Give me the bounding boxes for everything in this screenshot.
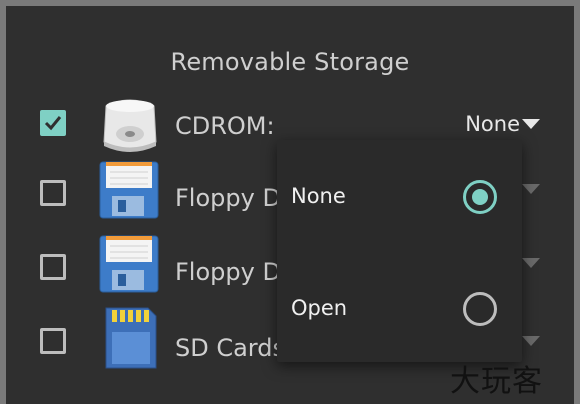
checkmark-icon — [44, 116, 62, 131]
sd-cards-checkbox[interactable] — [40, 328, 66, 354]
cdrom-select[interactable]: None — [465, 112, 540, 136]
floppy-2-checkbox[interactable] — [40, 254, 66, 280]
dropdown-caret-icon — [522, 119, 540, 129]
option-open[interactable]: Open — [277, 274, 522, 344]
dropdown-caret-icon — [522, 184, 540, 194]
cdrom-icon — [103, 99, 157, 152]
cdrom-options-popup: None Open — [277, 140, 522, 362]
floppy-2-select[interactable] — [522, 258, 540, 268]
sd-cards-label: SD Cards — [175, 334, 285, 362]
cdrom-select-value: None — [465, 112, 520, 136]
option-open-label: Open — [291, 296, 348, 320]
dropdown-caret-icon — [522, 258, 540, 268]
cdrom-checkbox[interactable] — [40, 110, 66, 136]
sd-card-icon — [105, 307, 157, 369]
option-none-label: None — [291, 184, 346, 208]
floppy-2-label: Floppy D — [175, 258, 281, 286]
floppy-icon — [99, 235, 159, 293]
radio-unselected-icon[interactable] — [463, 292, 497, 326]
radio-selected-icon[interactable] — [463, 180, 497, 214]
section-title: Removable Storage — [170, 48, 410, 76]
floppy-icon — [99, 161, 159, 219]
cdrom-label: CDROM: — [175, 112, 275, 140]
dropdown-caret-icon — [522, 336, 540, 346]
floppy-1-select[interactable] — [522, 184, 540, 194]
watermark: 大玩客 — [450, 364, 543, 399]
floppy-1-checkbox[interactable] — [40, 180, 66, 206]
option-none[interactable]: None — [277, 162, 522, 232]
floppy-1-label: Floppy D — [175, 184, 281, 212]
sd-cards-select[interactable] — [522, 336, 540, 346]
